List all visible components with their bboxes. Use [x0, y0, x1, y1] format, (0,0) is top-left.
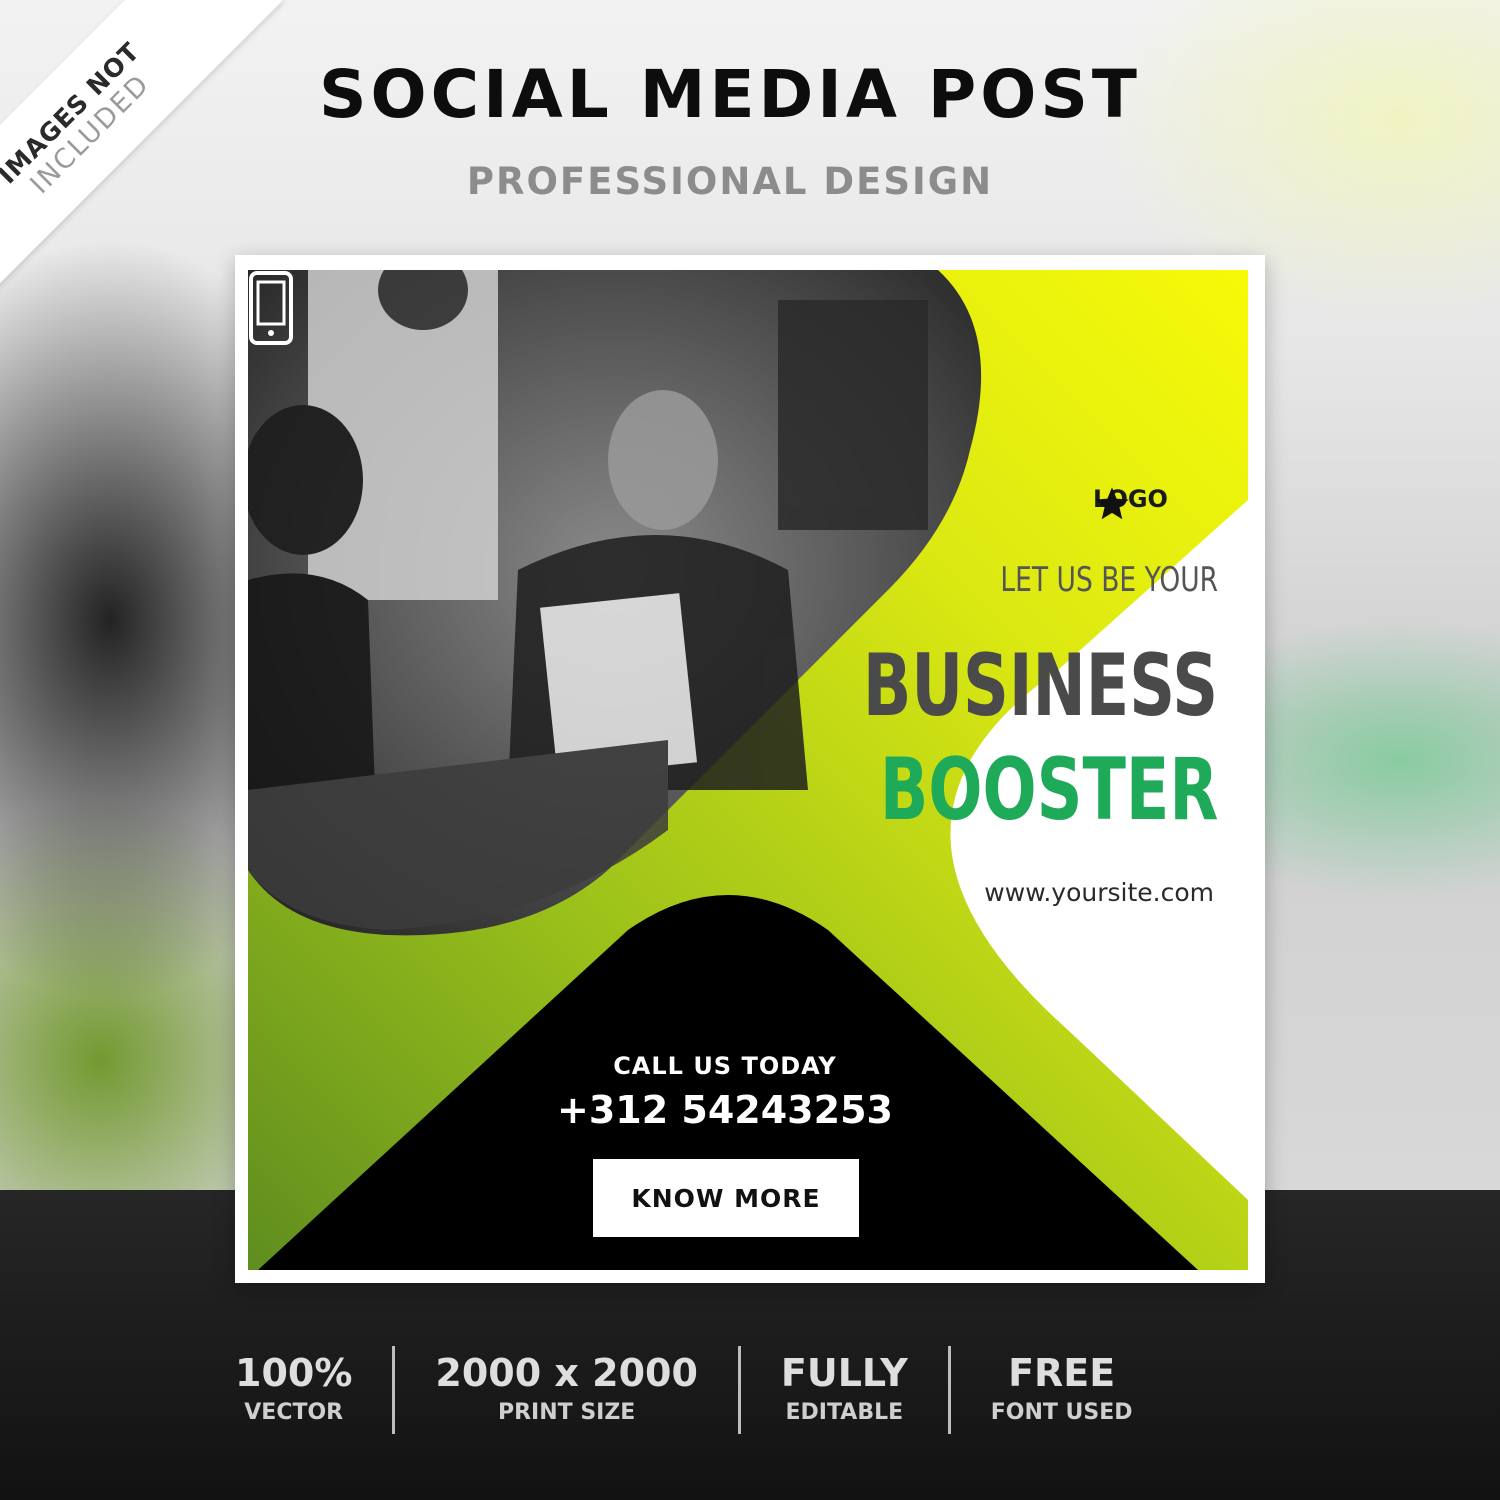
brand-logo: LOGO — [1093, 485, 1168, 520]
call-label: CALL US TODAY — [613, 1052, 837, 1080]
feature-main: 2000 x 2000 — [435, 1351, 698, 1395]
website-link[interactable]: www.yoursite.com — [984, 878, 1214, 907]
feature-free-font: FREE FONT USED — [951, 1340, 1173, 1440]
post-card: LOGO LET US BE YOUR BUSINESS BOOSTER www… — [248, 270, 1248, 1270]
headline-booster: BOOSTER — [879, 740, 1218, 840]
know-more-button[interactable]: KNOW MORE — [593, 1159, 859, 1237]
headline-business: BUSINESS — [862, 636, 1218, 736]
feature-editable: FULLY EDITABLE — [741, 1340, 948, 1440]
feature-main: FULLY — [780, 1351, 908, 1395]
feature-sub: VECTOR — [244, 1400, 344, 1425]
feature-sub: FONT USED — [990, 1400, 1133, 1425]
smartphone-icon — [249, 271, 293, 345]
feature-main: 100% — [235, 1351, 353, 1395]
feature-print-size: 2000 x 2000 PRINT SIZE — [395, 1340, 738, 1440]
features-row: 100% VECTOR 2000 x 2000 PRINT SIZE FULLY… — [195, 1340, 1305, 1440]
phone-number[interactable]: +312 54243253 — [525, 1088, 925, 1132]
star-icon — [1095, 487, 1129, 520]
feature-main: FREE — [1008, 1351, 1116, 1395]
page-subtitle: PROFESSIONAL DESIGN — [466, 160, 994, 203]
feature-sub: PRINT SIZE — [497, 1400, 636, 1425]
page-title: SOCIAL MEDIA POST — [319, 56, 1141, 133]
feature-sub: EDITABLE — [785, 1400, 904, 1425]
tagline: LET US BE YOUR — [1000, 560, 1218, 600]
feature-vector: 100% VECTOR — [195, 1340, 392, 1440]
